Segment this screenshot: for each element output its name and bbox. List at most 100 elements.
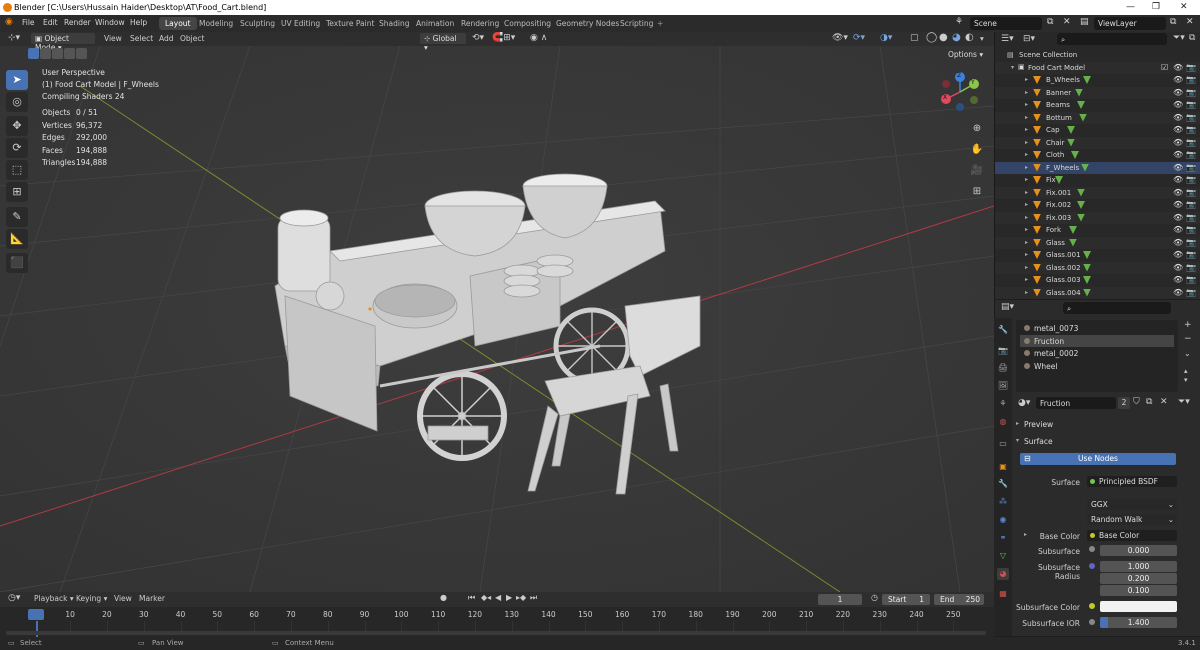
overlay-toggle-icon[interactable]: ◑▾ [880, 33, 892, 43]
expand-arrow-icon[interactable]: ▸ [1025, 226, 1028, 233]
move-down-icon[interactable]: ▾ [1184, 376, 1188, 384]
expand-arrow-icon[interactable]: ▸ [1025, 276, 1028, 283]
timeline-menu-view[interactable]: View [114, 594, 132, 603]
scene-tab-icon[interactable]: ⚘ [997, 398, 1009, 410]
expand-arrow-icon[interactable]: ▸ [1025, 151, 1028, 158]
slot-menu-icon[interactable]: ⌄ [1184, 349, 1191, 358]
outliner-item[interactable]: ▸ Banner 👁 📷 [995, 86, 1200, 99]
delete-view-layer-icon[interactable]: ✕ [1186, 17, 1194, 27]
object-tab-icon[interactable]: ▣ [997, 461, 1009, 473]
user-count-badge[interactable]: 2 [1118, 397, 1130, 409]
camera-icon[interactable]: 📷 [1186, 75, 1196, 84]
tab-animation[interactable]: Animation [410, 17, 460, 30]
menu-file[interactable]: File [22, 18, 35, 27]
eye-icon[interactable]: 👁 [1173, 263, 1183, 272]
start-frame-field[interactable]: Start 1 [882, 594, 930, 605]
blender-menu-icon[interactable]: ◉ [5, 17, 13, 27]
shading-material-icon[interactable]: ◕ [952, 32, 961, 43]
outliner-item[interactable]: ▸ Fix.002 👁 📷 [995, 199, 1200, 212]
select-box-tool-icon[interactable]: ➤ [6, 70, 28, 90]
annotate-tool-icon[interactable]: ✎ [6, 207, 28, 227]
new-view-layer-icon[interactable]: ⧉ [1170, 17, 1176, 27]
select-intersect-icon[interactable] [76, 48, 87, 59]
expand-arrow-icon[interactable]: ▸ [1025, 239, 1028, 246]
outliner-scene-collection[interactable]: ▤ Scene Collection [995, 49, 1200, 62]
select-extend-icon[interactable] [40, 48, 51, 59]
render-tab-icon[interactable]: 📷 [997, 345, 1009, 357]
eye-icon[interactable]: 👁 [1173, 288, 1183, 297]
current-frame-field[interactable]: 1 [818, 594, 862, 605]
eye-icon[interactable]: 👁 [1173, 113, 1183, 122]
camera-icon[interactable]: 📷 [1186, 200, 1196, 209]
proportional-edit-icon[interactable]: ◉ ∧ [530, 33, 547, 43]
preview-section-header[interactable]: ▸ Preview [1014, 417, 1200, 431]
timeline-menu-marker[interactable]: Marker [139, 594, 165, 603]
subsurface-color-swatch[interactable] [1100, 601, 1177, 612]
outliner-item[interactable]: ▸ B_Wheels 👁 📷 [995, 74, 1200, 87]
camera-icon[interactable]: 📷 [1186, 163, 1196, 172]
outliner-search-input[interactable]: ⌕ [1057, 33, 1167, 45]
subsurface-value-field[interactable]: 0.000 [1100, 545, 1177, 556]
shading-solid-icon[interactable]: ● [939, 32, 948, 43]
expand-arrow-icon[interactable]: ▸ [1025, 251, 1028, 258]
eye-icon[interactable]: 👁 [1173, 150, 1183, 159]
checkbox-icon[interactable]: ☑ [1161, 63, 1168, 72]
modifier-tab-icon[interactable]: 🔧 [997, 478, 1009, 490]
new-scene-icon[interactable]: ⧉ [1047, 17, 1053, 27]
visibility-icon[interactable]: 👁▾ [832, 33, 848, 43]
outliner-item[interactable]: ▸ Glass.003 👁 📷 [995, 274, 1200, 287]
pan-hand-icon[interactable]: ✋ [969, 142, 985, 158]
world-tab-icon[interactable]: ◍ [997, 416, 1009, 428]
expand-arrow-icon[interactable]: ▸ [1025, 139, 1028, 146]
play-reverse-icon[interactable]: ◀ [495, 593, 501, 602]
prev-keyframe-icon[interactable]: ◆◂ [481, 593, 491, 602]
material-slot[interactable]: Wheel [1020, 360, 1174, 372]
view-layer-selector[interactable]: ViewLayer [1094, 17, 1166, 30]
scale-tool-icon[interactable]: ⬚ [6, 160, 28, 180]
3d-viewport[interactable]: User Perspective (1) Food Cart Model | F… [0, 46, 994, 592]
select-invert-icon[interactable] [64, 48, 75, 59]
add-workspace-button[interactable]: + [651, 17, 669, 30]
measure-tool-icon[interactable]: 📐 [6, 229, 28, 249]
expand-arrow-icon[interactable]: ▸ [1025, 214, 1028, 221]
unlink-material-icon[interactable]: ✕ [1160, 397, 1168, 407]
expand-arrow-icon[interactable]: ▸ [1025, 201, 1028, 208]
shading-rendered-icon[interactable]: ◐ [965, 32, 974, 43]
tab-modeling[interactable]: Modeling [193, 17, 239, 30]
tool-tab-icon[interactable]: 🔧 [997, 324, 1009, 336]
eye-icon[interactable]: 👁 [1173, 100, 1183, 109]
perspective-toggle-icon[interactable]: ⊞ [969, 184, 985, 200]
minimize-button[interactable]: — [1126, 2, 1135, 12]
add-slot-icon[interactable]: + [1184, 320, 1192, 330]
end-frame-field[interactable]: End 250 [934, 594, 984, 605]
tab-texture-paint[interactable]: Texture Paint [320, 17, 380, 30]
material-tab-icon[interactable]: ◕ [997, 568, 1009, 580]
filter-icon[interactable]: ⏷▾ [1173, 33, 1185, 43]
playhead-frame-badge[interactable] [28, 609, 44, 620]
eye-icon[interactable]: 👁 [1173, 88, 1183, 97]
scene-selector[interactable]: Scene [970, 17, 1042, 30]
outliner-item[interactable]: ▸ Glass.004 👁 📷 [995, 286, 1200, 299]
timeline-menu-playback[interactable]: Playback ▾ [34, 594, 74, 603]
options-dropdown[interactable]: Options ▾ [948, 50, 983, 59]
expand-arrow-icon[interactable]: ▸ [1025, 76, 1028, 83]
output-tab-icon[interactable]: 🖨 [997, 362, 1009, 374]
tab-compositing[interactable]: Compositing [498, 17, 557, 30]
collection-tab-icon[interactable]: ▭ [997, 438, 1009, 450]
expand-arrow-icon[interactable]: ▸ [1025, 89, 1028, 96]
outliner-item[interactable]: ▸ Chair 👁 📷 [995, 136, 1200, 149]
tab-sculpting[interactable]: Sculpting [234, 17, 281, 30]
expand-arrow-icon[interactable]: ▸ [1025, 189, 1028, 196]
camera-icon[interactable]: 📷 [1186, 275, 1196, 284]
properties-editor-icon[interactable]: ▤▾ [1001, 302, 1014, 312]
use-nodes-button[interactable]: ⊟ Use Nodes [1020, 453, 1176, 465]
snap-icon[interactable]: 🧲⊞▾ [492, 33, 515, 43]
subsurface-ior-field[interactable]: 1.400 [1100, 617, 1177, 628]
shading-wireframe-icon[interactable]: ◯ [926, 32, 937, 43]
mode-selector[interactable]: ▣ Object Mode ▾ [31, 33, 95, 52]
material-slot[interactable]: metal_0002 [1020, 347, 1174, 359]
jump-end-icon[interactable]: ⏭ [530, 593, 537, 603]
menu-view[interactable]: View [104, 34, 122, 43]
cursor-tool-icon[interactable]: ◎ [6, 92, 28, 112]
camera-icon[interactable]: 📷 [1186, 225, 1196, 234]
